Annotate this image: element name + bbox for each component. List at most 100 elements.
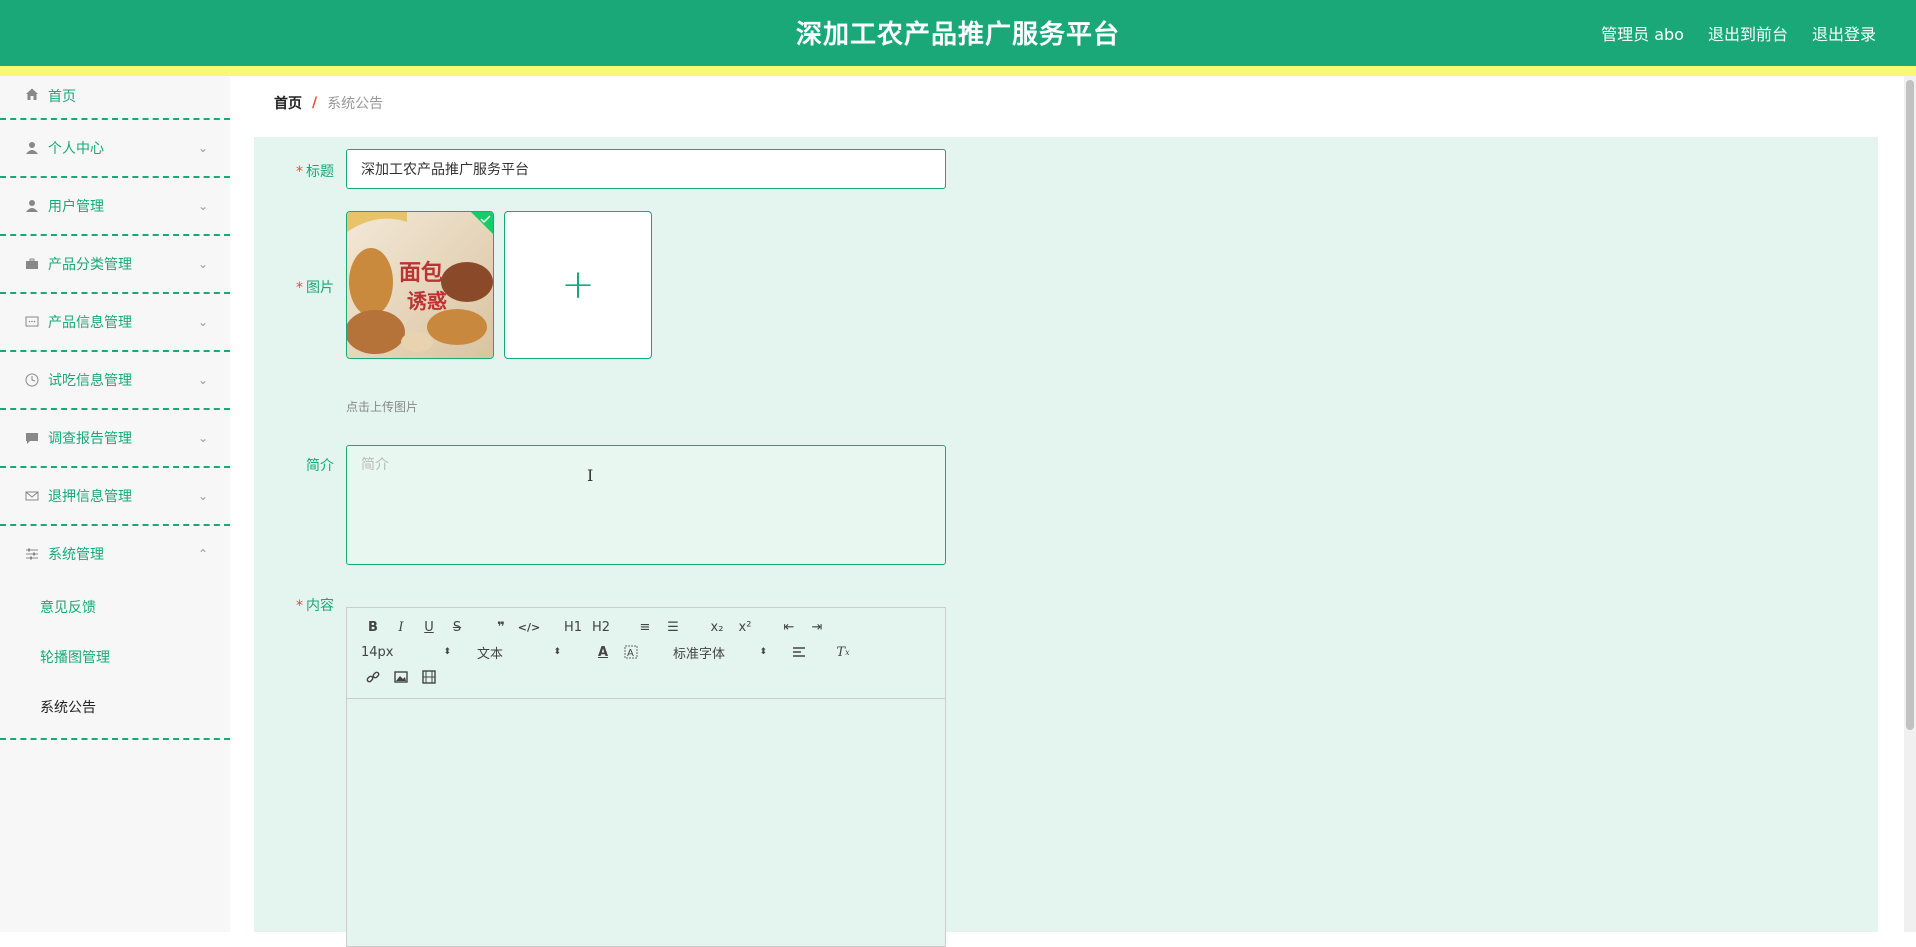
briefcase-icon bbox=[24, 256, 40, 272]
blockquote-button[interactable]: ❞ bbox=[489, 616, 513, 638]
align-left-icon[interactable] bbox=[787, 641, 811, 663]
italic-button[interactable]: I bbox=[389, 616, 413, 638]
sidebar-item-system[interactable]: 系统管理 ⌃ bbox=[0, 526, 230, 582]
outdent-button[interactable]: ⇤ bbox=[777, 616, 801, 638]
h2-button[interactable]: H2 bbox=[589, 616, 613, 638]
form-panel: * 标题 深加工农产品推广服务平台 * 图片 面包 诱惑 + 点击上传图片 简介… bbox=[254, 137, 1878, 947]
upload-button[interactable]: + bbox=[504, 211, 652, 359]
link-icon[interactable] bbox=[361, 666, 385, 688]
font-size-value: 14px bbox=[361, 644, 394, 660]
rich-text-editor: B I U S ❞ </> H1 H2 ≡ ☰ x₂ x² ⇤ ⇥ 14px ⬍ bbox=[346, 607, 946, 947]
sidebar-sub-feedback[interactable]: 意见反馈 bbox=[0, 582, 230, 632]
bullet-list-button[interactable]: ☰ bbox=[661, 616, 685, 638]
sidebar-item-home[interactable]: 首页 bbox=[0, 76, 230, 120]
indent-button[interactable]: ⇥ bbox=[805, 616, 829, 638]
chevron-down-icon: ⌄ bbox=[197, 257, 208, 271]
sidebar-item-tasting[interactable]: 试吃信息管理 ⌄ bbox=[0, 352, 230, 410]
sidebar-item-category[interactable]: 产品分类管理 ⌄ bbox=[0, 236, 230, 294]
chevron-down-icon: ⌄ bbox=[197, 431, 208, 445]
sidebar-item-personal[interactable]: 个人中心 ⌄ bbox=[0, 120, 230, 178]
font-color-icon[interactable]: A bbox=[591, 641, 615, 663]
system-group: 系统管理 ⌃ 意见反馈 轮播图管理 系统公告 bbox=[0, 526, 230, 740]
sidebar-item-product[interactable]: 产品信息管理 ⌄ bbox=[0, 294, 230, 352]
title-input[interactable]: 深加工农产品推广服务平台 bbox=[346, 149, 946, 189]
required-mark: * bbox=[296, 280, 303, 296]
sidebar-item-label: 退押信息管理 bbox=[48, 489, 132, 505]
page-scrollbar[interactable] bbox=[1904, 76, 1916, 932]
superscript-button[interactable]: x² bbox=[733, 616, 757, 638]
clock-icon bbox=[24, 372, 40, 388]
chevron-down-icon: ⌄ bbox=[197, 141, 208, 155]
sidebar-item-label: 产品分类管理 bbox=[48, 257, 132, 273]
required-mark: * bbox=[296, 164, 303, 180]
title-label-text: 标题 bbox=[306, 164, 334, 180]
image-label: * 图片 bbox=[254, 277, 334, 297]
sidebar-item-refund[interactable]: 退押信息管理 ⌄ bbox=[0, 468, 230, 526]
code-block-button[interactable]: </> bbox=[517, 616, 541, 638]
uploaded-image-thumbnail[interactable]: 面包 诱惑 bbox=[346, 211, 494, 359]
font-size-select[interactable]: 14px ⬍ bbox=[361, 641, 451, 663]
user-name: 管理员 abo bbox=[1601, 25, 1684, 44]
chevron-down-icon: ⌄ bbox=[197, 199, 208, 213]
clear-format-icon[interactable]: Tx bbox=[831, 641, 855, 663]
user-icon bbox=[24, 140, 40, 156]
toolbar-row-2: 14px ⬍ 文本 ⬍ A A 标准字体 ⬍ Tx bbox=[361, 641, 859, 663]
background-color-icon[interactable]: A bbox=[619, 641, 643, 663]
sidebar-item-survey[interactable]: 调查报告管理 ⌄ bbox=[0, 410, 230, 468]
bread-photo: 面包 诱惑 bbox=[347, 212, 493, 358]
breadcrumb: 首页 / 系统公告 bbox=[254, 80, 1878, 126]
toolbar-row-1: B I U S ❞ </> H1 H2 ≡ ☰ x₂ x² ⇤ ⇥ bbox=[361, 616, 833, 638]
sidebar-sub-carousel[interactable]: 轮播图管理 bbox=[0, 632, 230, 682]
ordered-list-button[interactable]: ≡ bbox=[633, 616, 657, 638]
plus-icon: + bbox=[561, 262, 595, 308]
header-select[interactable]: 文本 ⬍ bbox=[477, 641, 561, 663]
message-icon bbox=[24, 314, 40, 330]
strike-button[interactable]: S bbox=[445, 616, 469, 638]
intro-label: 简介 bbox=[306, 458, 334, 474]
sidebar-item-label: 个人中心 bbox=[48, 141, 104, 157]
sidebar-item-label: 试吃信息管理 bbox=[48, 373, 132, 389]
breadcrumb-home[interactable]: 首页 bbox=[274, 93, 302, 113]
chevron-down-icon: ⌄ bbox=[197, 315, 208, 329]
bold-button[interactable]: B bbox=[361, 616, 385, 638]
select-arrows-icon: ⬍ bbox=[443, 647, 451, 657]
sidebar-item-label: 首页 bbox=[48, 89, 76, 105]
scrollbar-thumb[interactable] bbox=[1906, 80, 1914, 730]
chat-icon bbox=[24, 430, 40, 446]
intro-textarea[interactable]: 简介 bbox=[346, 445, 946, 565]
sidebar-item-label: 系统管理 bbox=[48, 547, 104, 563]
subscript-button[interactable]: x₂ bbox=[705, 616, 729, 638]
home-icon bbox=[24, 86, 40, 102]
sidebar-item-users[interactable]: 用户管理 ⌄ bbox=[0, 178, 230, 236]
go-front-link[interactable]: 退出到前台 bbox=[1708, 21, 1788, 45]
sidebar-sub-notice[interactable]: 系统公告 bbox=[0, 682, 230, 732]
toolbar-row-3 bbox=[361, 666, 445, 688]
sidebar-item-label: 调查报告管理 bbox=[48, 431, 132, 447]
logout-link[interactable]: 退出登录 bbox=[1812, 21, 1876, 45]
mail-icon bbox=[24, 488, 40, 504]
sidebar: 首页 个人中心 ⌄ 用户管理 ⌄ 产品分类管理 ⌄ 产品信息管理 ⌄ 试吃信息管… bbox=[0, 76, 230, 932]
settings-sliders-icon bbox=[24, 546, 40, 562]
select-arrows-icon: ⬍ bbox=[553, 647, 561, 657]
text-cursor-icon: I bbox=[587, 466, 594, 485]
breadcrumb-separator: / bbox=[312, 95, 318, 111]
select-arrows-icon: ⬍ bbox=[759, 647, 767, 657]
chevron-up-icon: ⌃ bbox=[197, 547, 208, 561]
chevron-down-icon: ⌄ bbox=[197, 489, 208, 503]
top-header: 深加工农产品推广服务平台 管理员 abo 退出到前台 退出登录 bbox=[0, 0, 1916, 66]
title-label: * 标题 bbox=[254, 161, 334, 181]
content-label-text: 内容 bbox=[306, 598, 334, 614]
h1-button[interactable]: H1 bbox=[561, 616, 585, 638]
font-family-select[interactable]: 标准字体 ⬍ bbox=[673, 641, 767, 663]
required-mark: * bbox=[296, 598, 303, 614]
header-select-value: 文本 bbox=[477, 646, 504, 662]
user-icon bbox=[24, 198, 40, 214]
upload-hint: 点击上传图片 bbox=[346, 400, 419, 414]
image-label-text: 图片 bbox=[306, 280, 334, 296]
underline-button[interactable]: U bbox=[417, 616, 441, 638]
editor-content-area[interactable] bbox=[347, 699, 945, 947]
video-icon[interactable] bbox=[417, 666, 441, 688]
chevron-down-icon: ⌄ bbox=[197, 373, 208, 387]
svg-text:A: A bbox=[627, 648, 634, 659]
image-icon[interactable] bbox=[389, 666, 413, 688]
